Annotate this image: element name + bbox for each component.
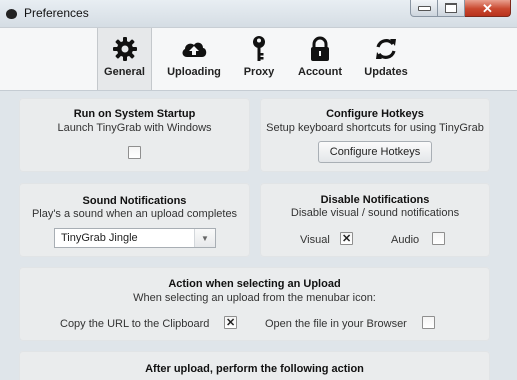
tab-updates[interactable]: Updates	[358, 28, 414, 90]
startup-checkbox[interactable]	[128, 146, 141, 159]
visual-label: Visual	[300, 234, 330, 246]
refresh-icon	[373, 36, 399, 62]
app-icon	[6, 9, 17, 19]
gear-icon	[112, 36, 138, 62]
lock-icon	[310, 36, 330, 62]
window-title: Preferences	[24, 6, 89, 20]
maximize-button[interactable]	[438, 0, 465, 17]
sound-title: Sound Notifications	[82, 195, 187, 207]
disable-notifications-panel: Disable Notifications Disable visual / s…	[260, 183, 490, 257]
key-icon	[251, 36, 267, 62]
open-browser-label: Open the file in your Browser	[265, 318, 407, 330]
minimize-button[interactable]	[410, 0, 438, 17]
preferences-toolbar: General Uploading Proxy Account Updates	[0, 27, 517, 91]
sound-subtitle: Play's a sound when an upload completes	[31, 208, 238, 220]
maximize-icon	[445, 3, 457, 13]
sound-select-value: TinyGrab Jingle	[61, 232, 138, 244]
action-select-panel: Action when selecting an Upload When sel…	[19, 267, 490, 341]
hotkeys-subtitle: Setup keyboard shortcuts for using TinyG…	[266, 122, 484, 134]
preferences-window: Preferences ✕ General Uploading Proxy Ac…	[0, 0, 517, 380]
startup-panel: Run on System Startup Launch TinyGrab wi…	[19, 98, 250, 172]
hotkeys-title: Configure Hotkeys	[326, 108, 424, 120]
action-select-title: Action when selecting an Upload	[168, 278, 341, 290]
copy-url-label: Copy the URL to the Clipboard	[60, 318, 210, 330]
tab-updates-label: Updates	[364, 66, 408, 78]
close-button[interactable]: ✕	[465, 0, 511, 17]
sound-select[interactable]: TinyGrab Jingle ▼	[54, 228, 216, 248]
tab-uploading[interactable]: Uploading	[164, 28, 224, 90]
disable-notifications-title: Disable Notifications	[320, 194, 430, 206]
after-upload-panel: After upload, perform the following acti…	[19, 351, 490, 380]
startup-title: Run on System Startup	[73, 108, 196, 120]
after-upload-title: After upload, perform the following acti…	[145, 363, 364, 375]
close-icon: ✕	[482, 0, 493, 16]
tab-general[interactable]: General	[97, 28, 152, 90]
startup-subtitle: Launch TinyGrab with Windows	[57, 122, 212, 134]
disable-notifications-subtitle: Disable visual / sound notifications	[290, 207, 460, 219]
audio-checkbox[interactable]	[432, 232, 445, 245]
configure-hotkeys-button[interactable]: Configure Hotkeys	[318, 141, 432, 163]
minimize-icon	[417, 5, 431, 11]
tab-uploading-label: Uploading	[167, 66, 221, 78]
open-browser-checkbox[interactable]	[422, 316, 435, 329]
title-bar[interactable]: Preferences ✕	[0, 0, 517, 27]
audio-label: Audio	[391, 234, 420, 246]
tab-account[interactable]: Account	[292, 28, 348, 90]
tab-proxy[interactable]: Proxy	[236, 28, 282, 90]
chevron-down-icon: ▼	[194, 229, 215, 247]
hotkeys-panel: Configure Hotkeys Setup keyboard shortcu…	[260, 98, 490, 172]
window-controls: ✕	[410, 0, 511, 18]
visual-checkbox[interactable]	[340, 232, 353, 245]
copy-url-checkbox[interactable]	[224, 316, 237, 329]
tab-general-label: General	[104, 66, 145, 78]
sound-panel: Sound Notifications Play's a sound when …	[19, 183, 250, 257]
cloud-upload-icon	[180, 36, 208, 62]
tab-account-label: Account	[298, 66, 342, 78]
tab-proxy-label: Proxy	[243, 66, 275, 78]
action-select-subtitle: When selecting an upload from the menuba…	[133, 292, 376, 304]
